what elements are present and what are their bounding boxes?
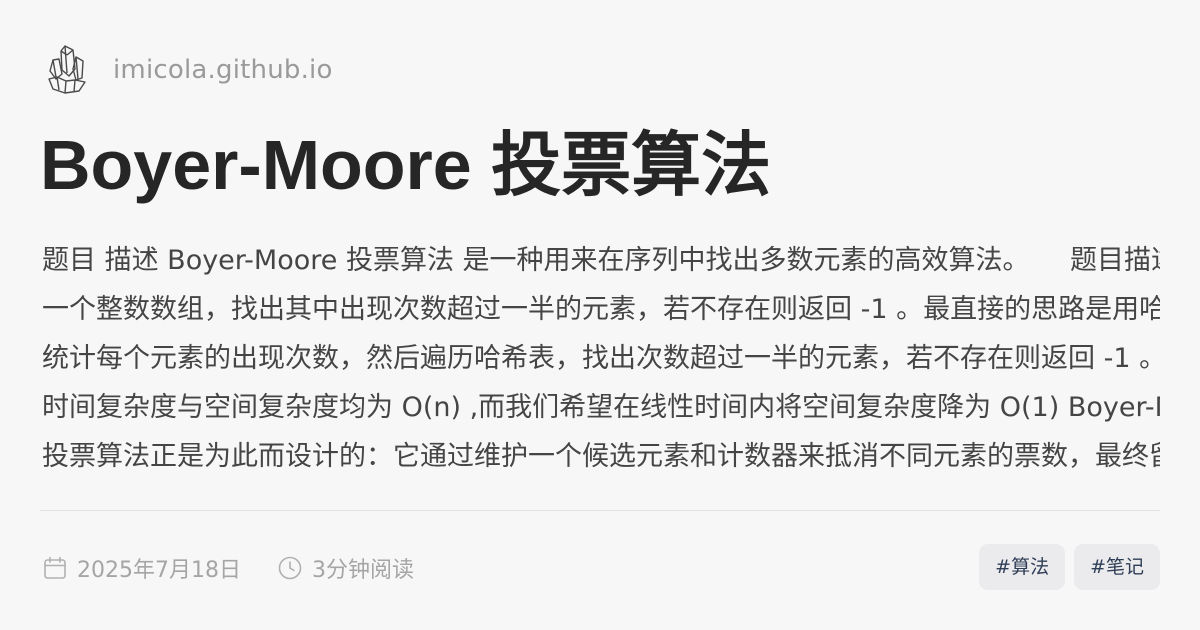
divider: [40, 510, 1160, 511]
excerpt-line: 统计每个元素的出现次数，然后遍历哈希表，找出次数超过一半的元素，若不存在则返回 …: [42, 343, 1160, 374]
excerpt-line: 时间复杂度与空间复杂度均为 O(n) ,而我们希望在线性时间内将空间复杂度降为 …: [42, 392, 1160, 423]
excerpt-line: 题目 描述 Boyer-Moore 投票算法 是一种用来在序列中找出多数元素的高…: [42, 245, 1160, 276]
calendar-icon: [44, 556, 66, 579]
publish-date: 2025年7月18日: [42, 552, 241, 584]
site-domain[interactable]: imicola.github.io: [113, 55, 333, 85]
read-time: 3分钟阅读: [277, 552, 414, 584]
page-title: Boyer-Moore 投票算法: [40, 126, 772, 204]
excerpt-line: 投票算法正是为此而设计的：它通过维护一个候选元素和计数器来抵消不同元素的票数，最…: [42, 441, 1160, 472]
site-header: imicola.github.io: [45, 42, 333, 98]
tag-chip[interactable]: #算法: [979, 544, 1066, 590]
tag-list: #算法 #笔记: [970, 544, 1160, 590]
post-excerpt: 题目 描述 Boyer-Moore 投票算法 是一种用来在序列中找出多数元素的高…: [42, 236, 1160, 481]
excerpt-line: 一个整数数组，找出其中出现次数超过一半的元素，若不存在则返回 -1 。最直接的思…: [42, 294, 1160, 325]
publish-date-text: 2025年7月18日: [77, 558, 241, 583]
read-time-text: 3分钟阅读: [311, 558, 414, 583]
clock-icon: [278, 556, 302, 580]
tag-chip[interactable]: #笔记: [1074, 544, 1160, 590]
post-meta: 2025年7月18日 3分钟阅读: [42, 548, 450, 588]
crystal-cluster-icon[interactable]: [45, 43, 89, 97]
